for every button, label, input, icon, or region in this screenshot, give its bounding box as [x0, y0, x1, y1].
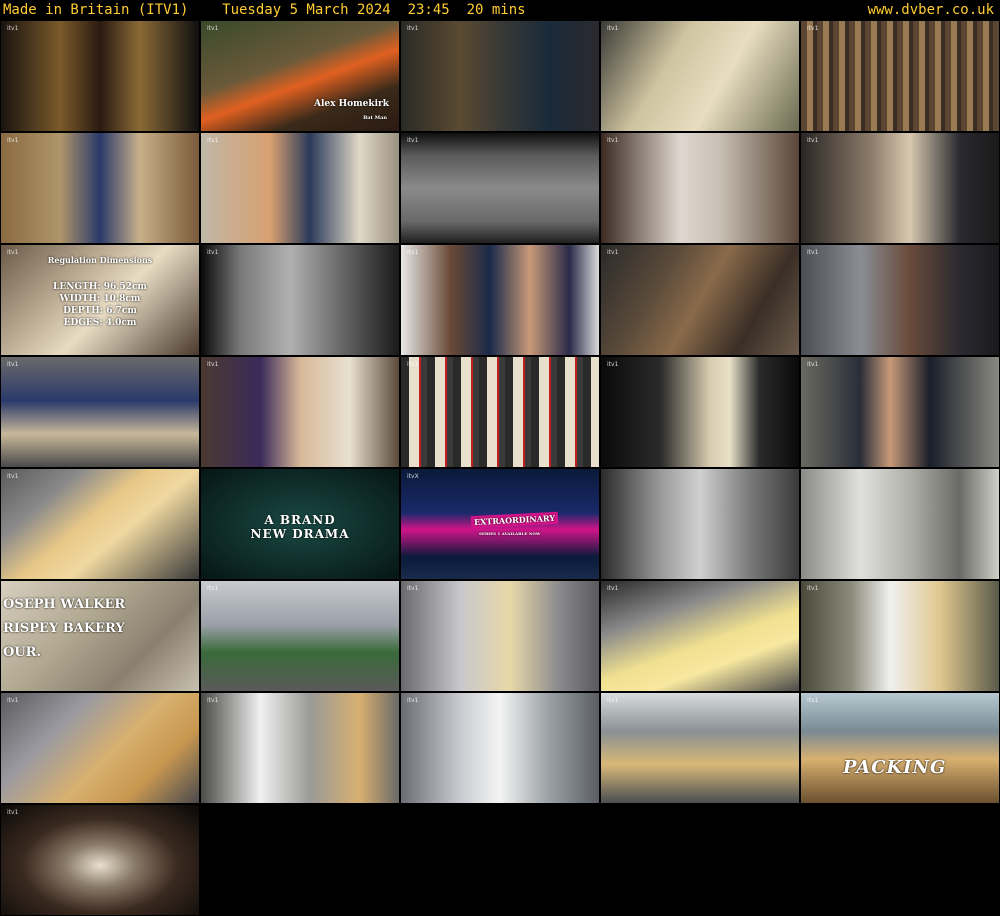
channel-watermark: itv1 [7, 137, 19, 144]
channel-watermark: itv1 [407, 249, 419, 256]
packing-title: PACKING [843, 757, 947, 778]
screenshot-thumbnail[interactable]: itv1 Regulation Dimensions LENGTH: 96.52cm… [1, 245, 199, 355]
channel-watermark: itv1 [607, 137, 619, 144]
screenshot-thumbnail[interactable]: itv1 [201, 133, 399, 243]
screenshot-thumbnail[interactable]: itv1 [601, 581, 799, 691]
channel-watermark: itv1 [207, 25, 219, 32]
screenshot-thumbnail[interactable]: itv1 [1, 21, 199, 131]
screenshot-thumbnail[interactable]: itv1 [401, 693, 599, 803]
screenshot-thumbnail[interactable]: itv1 [601, 245, 799, 355]
channel-watermark: itv1 [407, 361, 419, 368]
site-link[interactable]: www.dvber.co.uk [868, 0, 994, 20]
screenshot-thumbnail[interactable]: itv1 [201, 357, 399, 467]
dimension-line: WIDTH: 10.8cm [59, 294, 141, 304]
channel-watermark: itv1 [607, 249, 619, 256]
channel-watermark: itv1 [407, 137, 419, 144]
screenshot-thumbnail[interactable]: itv1 [401, 357, 599, 467]
channel-watermark: itv1 [607, 585, 619, 592]
screenshot-thumbnail[interactable]: itv1 [801, 133, 999, 243]
screenshot-thumbnail[interactable]: itv1 Alex Homekirk Bat Man [201, 21, 399, 131]
screenshot-thumbnail[interactable] [601, 469, 799, 579]
screenshot-thumbnail[interactable]: itv1 [801, 357, 999, 467]
dimension-line: DEPTH: 6.7cm [63, 306, 137, 316]
channel-watermark: itv1 [807, 585, 819, 592]
screenshot-thumbnail[interactable]: A BRAND NEW DRAMA [201, 469, 399, 579]
screenshot-thumbnail[interactable]: itv1 [201, 693, 399, 803]
programme-title: Made in Britain (ITV1) Tuesday 5 March 2… [3, 2, 526, 18]
screenshot-thumbnail[interactable]: itv1 [801, 581, 999, 691]
channel-watermark: itv1 [407, 585, 419, 592]
sign-line: RISPEY BAKERY [3, 621, 125, 636]
screenshot-thumbnail[interactable]: itv1 [601, 133, 799, 243]
screenshot-thumbnail[interactable]: itv1 [1, 133, 199, 243]
screenshot-thumbnail[interactable]: itv1 [801, 21, 999, 131]
channel-watermark: itv1 [607, 697, 619, 704]
screenshot-thumbnail[interactable]: itv1 [601, 21, 799, 131]
channel-watermark: itv1 [607, 25, 619, 32]
channel-watermark: itv1 [7, 809, 19, 816]
show-logo: EXTRAORDINARY [470, 511, 559, 529]
sign-line: OUR. [3, 645, 41, 660]
dimension-line: EDGES: 4.0cm [63, 318, 137, 328]
channel-watermark: itv1 [7, 361, 19, 368]
channel-watermark: itv1 [407, 25, 419, 32]
dimensions-title: Regulation Dimensions [47, 255, 153, 265]
promo-line: A BRAND [264, 513, 336, 527]
screenshot-thumbnail[interactable]: itvX EXTRAORDINARY SERIES 1 AVAILABLE NOW [401, 469, 599, 579]
channel-watermark: itv1 [207, 137, 219, 144]
channel-watermark: itv1 [207, 697, 219, 704]
channel-watermark: itvX [407, 473, 419, 480]
screenshot-thumbnail[interactable]: itv1 [201, 245, 399, 355]
screenshot-thumbnail[interactable]: itv1 [201, 581, 399, 691]
channel-watermark: itv1 [807, 697, 819, 704]
header-bar: Made in Britain (ITV1) Tuesday 5 March 2… [0, 0, 1000, 20]
screenshot-thumbnail[interactable]: itv1 [801, 245, 999, 355]
screenshot-thumbnail[interactable]: itv1 [401, 21, 599, 131]
channel-watermark: itv1 [807, 137, 819, 144]
bakery-sign: OSEPH WALKER RISPEY BAKERY OUR. [3, 593, 125, 665]
dimensions-list: LENGTH: 96.52cm WIDTH: 10.8cm DEPTH: 6.7cm… [1, 281, 199, 329]
channel-watermark: itv1 [7, 697, 19, 704]
channel-watermark: itv1 [207, 585, 219, 592]
screenshot-thumbnail[interactable]: itv1 PACKING [801, 693, 999, 803]
screenshot-thumbnail[interactable]: itv1 [601, 693, 799, 803]
channel-watermark: itv1 [207, 361, 219, 368]
channel-watermark: itv1 [407, 697, 419, 704]
screenshot-thumbnail[interactable]: OSEPH WALKER RISPEY BAKERY OUR. [1, 581, 199, 691]
channel-watermark: itv1 [607, 361, 619, 368]
channel-watermark: itv1 [807, 249, 819, 256]
screenshot-thumbnail[interactable]: itv1 [1, 357, 199, 467]
show-subtitle: SERIES 1 AVAILABLE NOW [479, 531, 541, 536]
channel-watermark: itv1 [207, 249, 219, 256]
promo-line: NEW DRAMA [250, 527, 350, 541]
caption-role: Bat Man [363, 115, 387, 121]
screenshot-thumbnail[interactable]: itv1 [1, 693, 199, 803]
screenshot-thumbnail[interactable]: itv1 [601, 357, 799, 467]
caption-name: Alex Homekirk [313, 99, 389, 109]
dimension-line: LENGTH: 96.52cm [53, 282, 147, 292]
screenshot-thumbnail[interactable] [801, 469, 999, 579]
thumbnail-grid: itv1 itv1 Alex Homekirk Bat Man itv1 itv1 itv1… [0, 20, 1000, 916]
screenshot-thumbnail[interactable]: itv1 [1, 469, 199, 579]
promo-text: A BRAND NEW DRAMA [201, 513, 399, 541]
channel-watermark: itv1 [807, 25, 819, 32]
screenshot-thumbnail[interactable]: itv1 [1, 805, 199, 915]
screenshot-thumbnail[interactable]: itv1 [401, 245, 599, 355]
channel-watermark: itv1 [807, 361, 819, 368]
channel-watermark: itv1 [7, 25, 19, 32]
sign-line: OSEPH WALKER [3, 597, 126, 612]
screenshot-thumbnail[interactable]: itv1 [401, 133, 599, 243]
channel-watermark: itv1 [7, 473, 19, 480]
screenshot-thumbnail[interactable]: itv1 [401, 581, 599, 691]
